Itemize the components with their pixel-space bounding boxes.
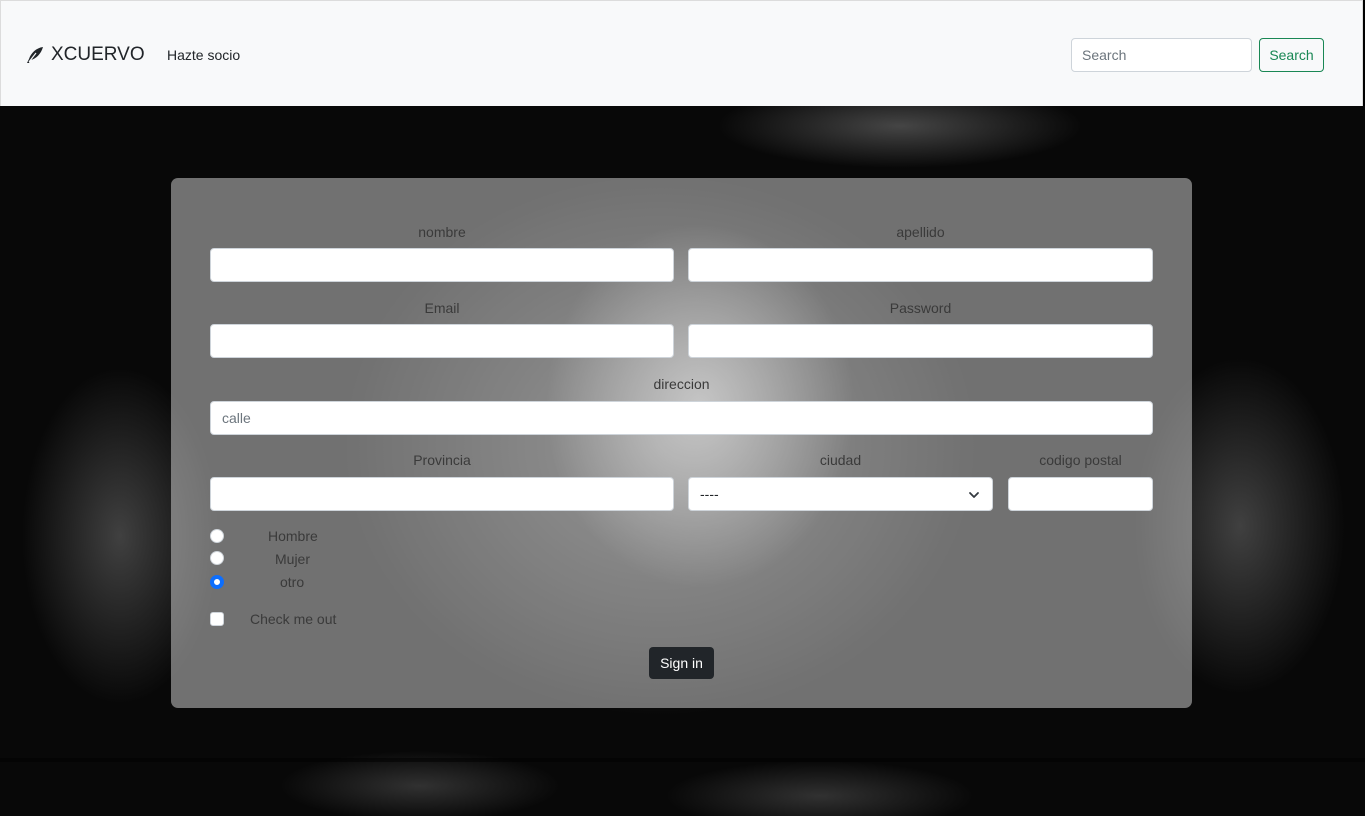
direccion-label: direccion [653, 376, 710, 392]
brand-link[interactable]: XCUERVO [25, 44, 145, 66]
ciudad-select[interactable]: ---- [688, 477, 993, 511]
nombre-input[interactable] [210, 248, 674, 282]
radio-otro[interactable] [210, 575, 224, 589]
apellido-input[interactable] [688, 248, 1153, 282]
email-label: Email [424, 300, 460, 316]
calle-input[interactable] [210, 401, 1153, 435]
radio-mujer[interactable] [210, 551, 224, 565]
password-input[interactable] [688, 324, 1153, 358]
provincia-label: Provincia [413, 452, 471, 468]
navbar: XCUERVO Hazte socio Search [0, 0, 1363, 106]
radio-label-mujer: Mujer [275, 551, 311, 567]
feather-icon [27, 47, 43, 63]
radio-label-otro: otro [280, 574, 305, 590]
sign-in-button[interactable]: Sign in [649, 647, 714, 679]
ciudad-label: ciudad [819, 452, 862, 468]
codigo-postal-input[interactable] [1008, 477, 1153, 511]
apellido-label: apellido [896, 224, 945, 240]
nombre-label: nombre [418, 224, 466, 240]
password-label: Password [889, 300, 952, 316]
check-me-out-checkbox[interactable] [210, 612, 224, 626]
chevron-down-icon [969, 492, 979, 498]
provincia-input[interactable] [210, 477, 674, 511]
background-divider [0, 758, 1365, 762]
codigo-postal-label: codigo postal [1039, 452, 1122, 468]
check-me-out-label: Check me out [250, 611, 337, 627]
radio-hombre[interactable] [210, 529, 224, 543]
ciudad-selected-value: ---- [700, 486, 719, 502]
search-input[interactable] [1071, 38, 1252, 72]
brand-name: XCUERVO [51, 44, 145, 65]
nav-link-hazte-socio[interactable]: Hazte socio [167, 47, 240, 63]
search-button[interactable]: Search [1259, 38, 1324, 72]
email-input[interactable] [210, 324, 674, 358]
radio-label-hombre: Hombre [268, 528, 318, 544]
